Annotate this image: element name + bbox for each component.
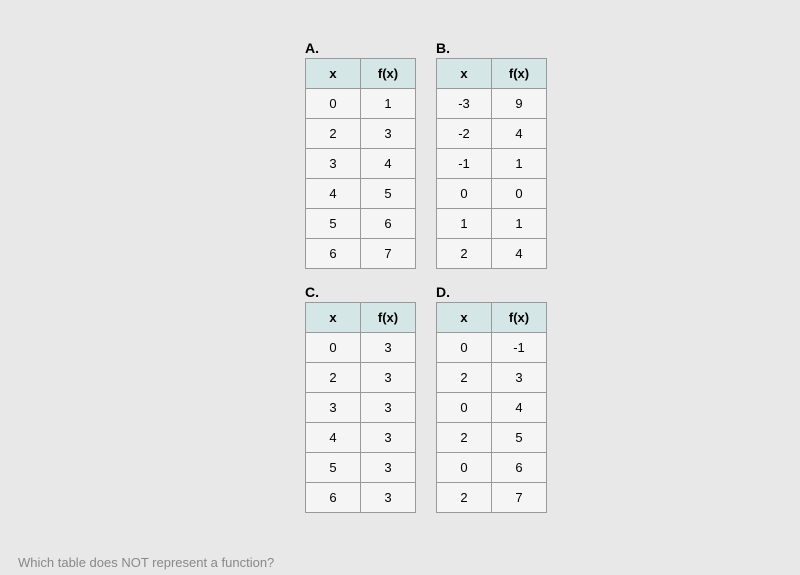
table-row: 43: [306, 423, 416, 453]
table-label-c: C.: [305, 284, 416, 300]
table-row: 67: [306, 239, 416, 269]
table-label-d: D.: [436, 284, 547, 300]
table-row: 0-1: [437, 333, 547, 363]
table-label-b: B.: [436, 40, 547, 56]
table-row: 23: [437, 363, 547, 393]
tables-container: A. x f(x) 01 23 34 45 56 67: [0, 0, 800, 513]
table-row: 23: [306, 119, 416, 149]
table-row: 11: [437, 209, 547, 239]
table-row: 24: [437, 239, 547, 269]
table-row-bottom: C. x f(x) 03 23 33 43 53 63: [305, 284, 800, 513]
table-d: x f(x) 0-1 23 04 25 06 27: [436, 302, 547, 513]
table-row: 01: [306, 89, 416, 119]
table-b-header-x: x: [437, 59, 492, 89]
table-c-header-x: x: [306, 303, 361, 333]
table-block-c: C. x f(x) 03 23 33 43 53 63: [305, 284, 416, 513]
table-row: 45: [306, 179, 416, 209]
table-c-header-fx: f(x): [361, 303, 416, 333]
table-row: 25: [437, 423, 547, 453]
table-row: 33: [306, 393, 416, 423]
table-row: 04: [437, 393, 547, 423]
table-b-header-fx: f(x): [492, 59, 547, 89]
table-row: 23: [306, 363, 416, 393]
table-row: 03: [306, 333, 416, 363]
table-row: -39: [437, 89, 547, 119]
table-row: 06: [437, 453, 547, 483]
table-a-header-x: x: [306, 59, 361, 89]
table-d-header-fx: f(x): [492, 303, 547, 333]
table-block-b: B. x f(x) -39 -24 -11 00 11 24: [436, 40, 547, 269]
table-block-a: A. x f(x) 01 23 34 45 56 67: [305, 40, 416, 269]
table-row: 34: [306, 149, 416, 179]
table-a-header-fx: f(x): [361, 59, 416, 89]
table-row: 53: [306, 453, 416, 483]
table-row: -11: [437, 149, 547, 179]
table-row: -24: [437, 119, 547, 149]
table-row: 27: [437, 483, 547, 513]
table-label-a: A.: [305, 40, 416, 56]
table-block-d: D. x f(x) 0-1 23 04 25 06 27: [436, 284, 547, 513]
table-d-header-x: x: [437, 303, 492, 333]
table-c: x f(x) 03 23 33 43 53 63: [305, 302, 416, 513]
table-row: 00: [437, 179, 547, 209]
table-a: x f(x) 01 23 34 45 56 67: [305, 58, 416, 269]
table-row-top: A. x f(x) 01 23 34 45 56 67: [305, 40, 800, 269]
table-row: 63: [306, 483, 416, 513]
table-row: 56: [306, 209, 416, 239]
question-text: Which table does NOT represent a functio…: [18, 555, 274, 570]
table-b: x f(x) -39 -24 -11 00 11 24: [436, 58, 547, 269]
